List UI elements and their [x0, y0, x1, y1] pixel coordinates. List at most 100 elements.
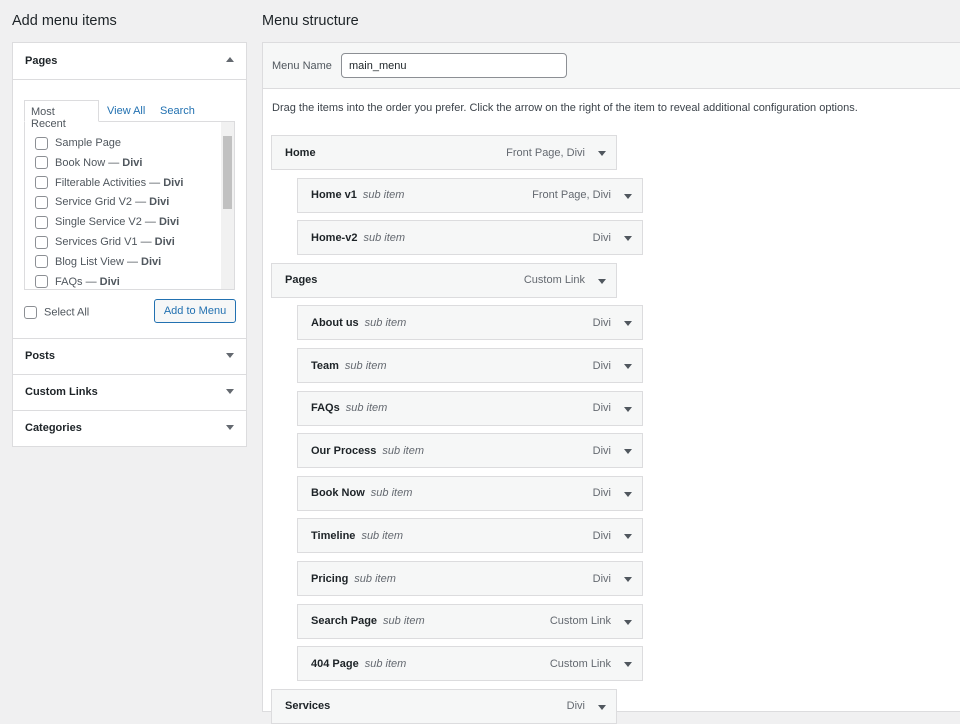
page-list-item[interactable]: Blog List View — Divi [25, 253, 234, 273]
expand-arrow-icon[interactable] [226, 389, 234, 394]
page-checkbox[interactable] [35, 255, 48, 269]
collapse-arrow-icon[interactable] [226, 57, 234, 62]
instructions: Drag the items into the order you prefer… [272, 102, 858, 114]
menu-item-sub-label: sub item [364, 657, 407, 670]
menu-item-sub-label: sub item [383, 615, 425, 628]
tab-most-recent[interactable]: Most Recent [24, 100, 99, 130]
menu-item[interactable]: Search Page sub item Custom Link [297, 603, 643, 639]
custom-links-accordion[interactable]: Custom Links [12, 375, 247, 411]
menu-name-bar: Menu Name [263, 43, 960, 89]
menu-item[interactable]: Book Now sub item Divi [297, 475, 643, 511]
menu-item[interactable]: Home-v2 sub item Divi [297, 220, 643, 256]
expand-arrow-icon[interactable] [624, 321, 632, 327]
menu-item-sub-label: sub item [364, 316, 407, 329]
menu-item-type: Divi [592, 572, 611, 585]
menu-item-type: Custom Link [523, 274, 585, 287]
menu-structure-title: Menu structure [262, 13, 359, 29]
menu-name-input[interactable] [341, 53, 567, 78]
expand-arrow-icon[interactable] [624, 577, 632, 582]
menu-item[interactable]: Home v1 sub item Front Page, Divi [297, 177, 643, 213]
expand-arrow-icon[interactable] [598, 704, 606, 710]
menu-item[interactable]: Timeline sub item Divi [297, 518, 643, 554]
page-list-item[interactable]: Sample Page [25, 134, 234, 154]
page-list-item[interactable]: FAQs — Divi [25, 273, 234, 289]
menu-item[interactable]: About us sub item Divi [297, 305, 643, 341]
page-checkbox[interactable] [35, 195, 48, 209]
pages-accordion-header[interactable]: Pages [13, 43, 246, 80]
menu-item-title: Timeline [311, 529, 356, 542]
page-checkbox[interactable] [35, 275, 48, 289]
menu-item[interactable]: Pages Custom Link [271, 262, 617, 298]
page-name: Blog List View [55, 255, 124, 268]
expand-arrow-icon[interactable] [624, 449, 632, 455]
pages-list: Sample Page Book Now — Divi Filterable Act… [24, 121, 235, 290]
page-list-item[interactable]: Single Service V2 — Divi [25, 213, 234, 233]
categories-accordion[interactable]: Categories [12, 411, 247, 447]
menu-item-title: Our Process [311, 444, 377, 457]
menu-item-sub-label: sub item [363, 231, 406, 244]
menu-name-label: Menu Name [272, 60, 332, 72]
expand-arrow-icon[interactable] [226, 425, 234, 430]
page-template: Divi [141, 255, 162, 268]
page-checkbox[interactable] [35, 176, 48, 190]
menu-item-type: Divi [592, 316, 611, 329]
select-all-label: Select All [44, 306, 90, 319]
menu-item-sub-label: sub item [382, 444, 424, 457]
page-checkbox[interactable] [35, 136, 48, 150]
menu-item-title: Home [285, 146, 316, 159]
expand-arrow-icon[interactable] [624, 236, 632, 242]
menu-item-title: Services [285, 700, 331, 713]
page-name: Sample Page [55, 137, 122, 149]
menu-item-title: Home-v2 [311, 231, 358, 244]
custom-links-heading: Custom Links [25, 386, 98, 398]
expand-arrow-icon[interactable] [624, 406, 632, 412]
page-name: Filterable Activities [55, 176, 147, 189]
expand-arrow-icon[interactable] [624, 534, 632, 540]
menu-item[interactable]: Pricing sub item Divi [297, 561, 643, 596]
page-list-item[interactable]: Services Grid V1 — Divi [25, 233, 234, 253]
scrollbar[interactable] [221, 122, 234, 289]
page-list-item[interactable]: Book Now — Divi [25, 154, 234, 174]
expand-arrow-icon[interactable] [624, 491, 632, 497]
expand-arrow-icon[interactable] [598, 278, 606, 284]
menu-item[interactable]: Team sub item Divi [297, 348, 643, 383]
menu-item-sub-label: sub item [344, 359, 387, 372]
expand-arrow-icon[interactable] [598, 151, 606, 156]
tab-search[interactable]: Search [160, 105, 195, 117]
menu-item[interactable]: FAQs sub item Divi [297, 390, 643, 426]
tab-view-all[interactable]: View All [107, 105, 145, 117]
menu-item[interactable]: Services Divi [271, 688, 617, 724]
expand-arrow-icon[interactable] [624, 619, 632, 625]
menu-item-type: Divi [592, 529, 611, 542]
menu-item-type: Front Page, Divi [532, 189, 611, 202]
expand-arrow-icon[interactable] [624, 364, 632, 369]
menu-item-title: About us [311, 316, 359, 329]
add-to-menu-button[interactable]: Add to Menu [154, 299, 236, 323]
page-list-item[interactable]: Filterable Activities — Divi [25, 174, 234, 194]
expand-arrow-icon[interactable] [624, 662, 632, 668]
page-list-item[interactable]: Service Grid V2 — Divi [25, 193, 234, 213]
page-checkbox[interactable] [35, 235, 48, 249]
page-template: Divi [163, 176, 184, 189]
posts-heading: Posts [25, 350, 55, 362]
expand-arrow-icon[interactable] [624, 193, 632, 199]
menu-item[interactable]: Our Process sub item Divi [297, 433, 643, 469]
menu-item[interactable]: Home Front Page, Divi [271, 135, 617, 170]
page-template: Divi [149, 196, 170, 209]
expand-arrow-icon[interactable] [226, 353, 234, 358]
scrollbar-thumb[interactable] [223, 136, 232, 209]
menu-item-type: Divi [592, 487, 611, 500]
page-template: Divi [122, 156, 143, 169]
menu-item-title: Pricing [311, 572, 349, 585]
select-all[interactable]: Select All [24, 306, 89, 319]
select-all-checkbox[interactable] [24, 306, 37, 319]
posts-accordion[interactable]: Posts [12, 339, 247, 375]
menu-item-type: Custom Link [549, 615, 611, 628]
menu-item-type: Divi [592, 402, 611, 415]
menu-item-type: Front Page, Divi [506, 146, 585, 159]
page-checkbox[interactable] [35, 215, 48, 229]
menu-item-sub-label: sub item [354, 572, 396, 585]
menu-item[interactable]: 404 Page sub item Custom Link [297, 646, 643, 682]
add-menu-items-title: Add menu items [12, 13, 117, 29]
page-checkbox[interactable] [35, 156, 48, 170]
